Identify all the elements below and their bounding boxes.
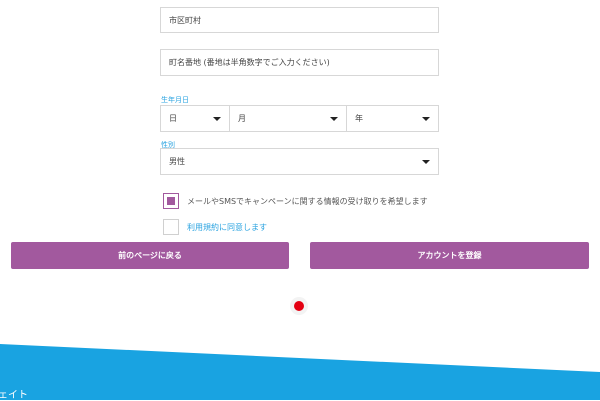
back-button[interactable]: 前のページに戻る xyxy=(11,242,289,269)
birthdate-label: 生年月日 xyxy=(161,96,189,104)
footer-shape xyxy=(0,344,600,400)
street-placeholder: 町名番地 (番地は半角数字でご入力ください) xyxy=(169,58,330,67)
loading-indicator xyxy=(290,297,308,315)
street-field[interactable]: 町名番地 (番地は半角数字でご入力ください) xyxy=(160,49,439,76)
loading-dot-icon xyxy=(294,301,304,311)
newsletter-checkbox[interactable] xyxy=(163,193,179,209)
year-select[interactable]: 年 xyxy=(346,105,439,132)
footer-background xyxy=(0,344,600,400)
day-value: 日 xyxy=(169,114,177,123)
footer-partial-text: ェイト xyxy=(0,390,28,401)
month-value: 月 xyxy=(238,114,246,123)
chevron-down-icon xyxy=(213,116,221,121)
terms-link[interactable]: 利用規約に同意します xyxy=(187,222,267,233)
register-button[interactable]: アカウントを登録 xyxy=(310,242,589,269)
gender-value: 男性 xyxy=(169,157,185,166)
city-field[interactable]: 市区町村 xyxy=(160,7,439,33)
city-placeholder: 市区町村 xyxy=(169,15,201,25)
terms-checkbox[interactable] xyxy=(163,219,179,235)
gender-select[interactable]: 男性 xyxy=(160,148,439,175)
day-select[interactable]: 日 xyxy=(160,105,230,132)
newsletter-label: メールやSMSでキャンペーンに関する情報の受け取りを希望します xyxy=(187,197,428,206)
month-select[interactable]: 月 xyxy=(229,105,347,132)
year-value: 年 xyxy=(355,114,363,123)
chevron-down-icon xyxy=(422,116,430,121)
chevron-down-icon xyxy=(422,159,430,164)
chevron-down-icon xyxy=(330,116,338,121)
checkbox-checked-mark xyxy=(167,197,175,205)
